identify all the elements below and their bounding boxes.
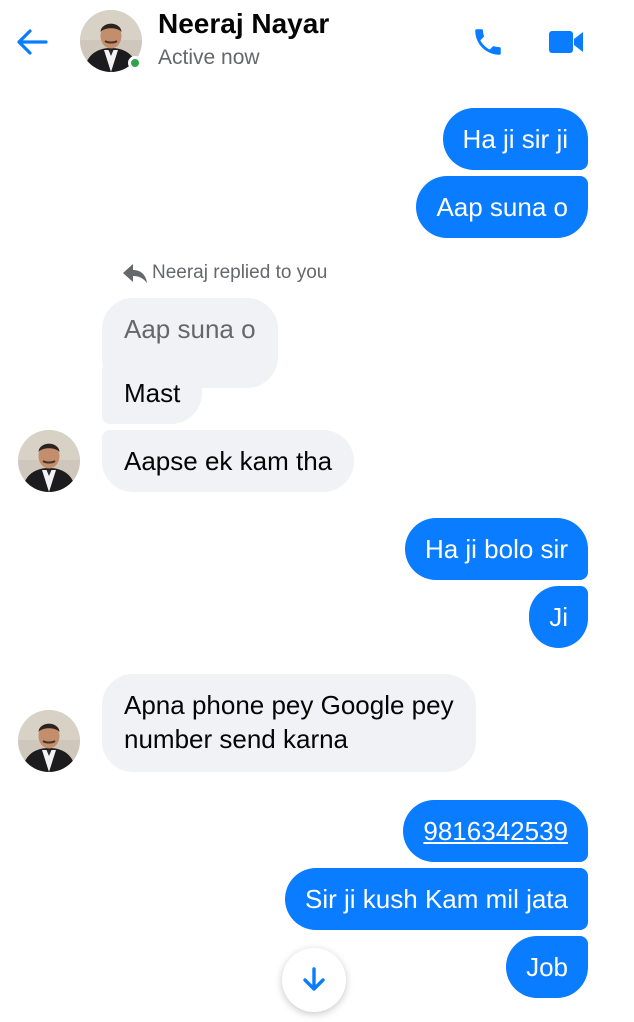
video-call-button[interactable]	[544, 20, 588, 64]
phone-number-link[interactable]: 9816342539	[423, 816, 568, 846]
back-button[interactable]	[10, 20, 54, 64]
message-in[interactable]: Mast	[102, 362, 203, 424]
reply-arrow-icon	[123, 264, 147, 283]
message-out[interactable]: Sir ji kush Kam mil jata	[285, 868, 588, 930]
contact-name[interactable]: Neeraj Nayar	[158, 8, 329, 40]
sender-avatar[interactable]	[18, 430, 80, 492]
message-out[interactable]: Aap suna o	[416, 176, 588, 238]
avatar-image	[18, 710, 80, 772]
contact-avatar[interactable]	[80, 10, 142, 72]
video-camera-icon	[549, 31, 583, 53]
message-line: Apna phone pey Google pey	[124, 690, 454, 720]
message-out[interactable]: Ha ji bolo sir	[404, 518, 588, 580]
reply-note-text: Neeraj replied to you	[152, 262, 328, 283]
message-out-link[interactable]: 9816342539	[403, 800, 588, 862]
avatar-image	[18, 430, 80, 492]
chat-header: Neeraj Nayar Active now	[0, 0, 634, 92]
audio-call-button[interactable]	[466, 20, 510, 64]
message-out[interactable]: Ji	[529, 586, 588, 648]
messenger-chat-screen: Neeraj Nayar Active now Ha ji sir ji Aap…	[0, 0, 634, 1022]
message-in[interactable]: Aapse ek kam tha	[102, 430, 355, 492]
reply-indicator: Neeraj replied to you	[122, 262, 327, 284]
active-status: Active now	[158, 46, 260, 69]
message-in[interactable]: Apna phone pey Google pey number send ka…	[102, 674, 476, 772]
message-out[interactable]: Job	[506, 936, 588, 998]
online-status-dot	[128, 56, 142, 70]
back-arrow-icon	[17, 29, 48, 55]
sender-avatar[interactable]	[18, 710, 80, 772]
scroll-to-bottom-button[interactable]	[282, 948, 346, 1012]
phone-icon	[475, 29, 501, 55]
arrow-down-icon	[303, 967, 325, 991]
message-line: number send karna	[124, 724, 349, 754]
message-out[interactable]: Ha ji sir ji	[442, 108, 588, 170]
